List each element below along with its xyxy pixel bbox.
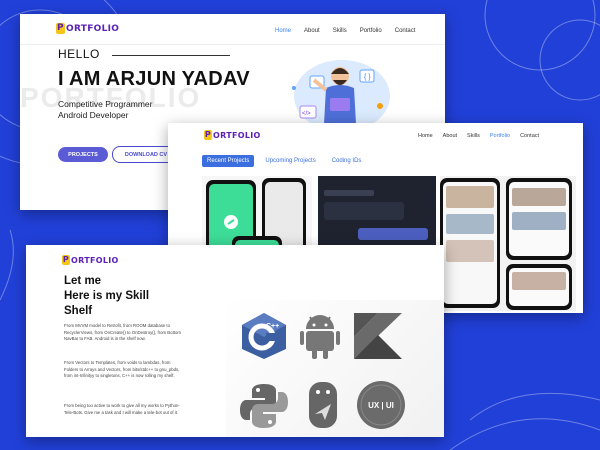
role-line-2: Android Developer (58, 110, 129, 120)
projects-button[interactable]: PROJECTS (58, 147, 108, 162)
hello-text: HELLO (58, 47, 100, 61)
skills-title-line-3: Shelf (64, 305, 93, 317)
skills-paragraph-cpp: From Vectors to Templates, from voids to… (64, 360, 180, 378)
logo[interactable]: P ORTFOLIO (56, 23, 119, 34)
nav-about[interactable]: About (443, 133, 457, 139)
nav-home[interactable]: Home (418, 133, 433, 139)
link-icon (224, 215, 238, 229)
cpp-icon-label: C++ (266, 323, 280, 330)
project-tabs: Recent Projects Upcoming Projects Coding… (202, 155, 366, 167)
logo[interactable]: P ORTFOLIO (204, 130, 261, 140)
skills-paragraph-android: From MVVM model to Retrofit, from ROOM d… (64, 323, 181, 341)
hero-name: I AM ARJUN YADAV (58, 68, 250, 90)
skills-paragraph-python: From being too active to work to give al… (64, 403, 180, 415)
skills-title-line-2: Here is my Skill (64, 290, 150, 302)
ux-ui-label: UX | UI (368, 400, 394, 410)
nav-home[interactable]: Home (275, 28, 291, 34)
svg-text:{ }: { } (364, 74, 371, 81)
role-line-1: Competitive Programmer (58, 99, 153, 109)
tab-upcoming-projects[interactable]: Upcoming Projects (260, 155, 320, 167)
main-nav: Home About Skills Portfolio Contact (275, 28, 415, 34)
tab-coding-ids[interactable]: Coding IDs (327, 155, 367, 167)
nav-portfolio[interactable]: Portfolio (360, 28, 382, 34)
nav-about[interactable]: About (304, 28, 320, 34)
svg-text:</>: </> (302, 111, 311, 117)
nav-contact[interactable]: Contact (520, 133, 539, 139)
ux-ui-icon: UX | UI (356, 380, 406, 430)
tab-recent-projects[interactable]: Recent Projects (202, 155, 255, 167)
skills-title-line-1: Let me (64, 275, 102, 287)
phone-mockup (440, 178, 500, 308)
logo-text: ORTFOLIO (71, 255, 119, 265)
python-icon (238, 380, 290, 432)
logo-mark: P (62, 255, 70, 265)
kotlin-icon (352, 311, 404, 359)
logo-text: ORTFOLIO (213, 130, 261, 140)
project-thumbnail-3[interactable] (440, 176, 576, 311)
hello-underline (112, 55, 230, 56)
logo-mark: P (204, 130, 212, 140)
phone-mockup (506, 264, 572, 310)
nav-skills[interactable]: Skills (467, 133, 480, 139)
telegram-bot-icon (305, 380, 341, 430)
logo[interactable]: P ORTFOLIO (62, 255, 119, 265)
logo-text: ORTFOLIO (66, 23, 120, 34)
nav-skills[interactable]: Skills (333, 28, 347, 34)
cpp-icon: C++ (238, 311, 290, 361)
nav-portfolio[interactable]: Portfolio (490, 133, 510, 139)
logo-mark: P (56, 23, 65, 34)
phone-mockup (506, 178, 572, 260)
header-divider (20, 44, 445, 45)
android-icon (300, 313, 340, 361)
main-nav: Home About Skills Portfolio Contact (418, 133, 539, 139)
nav-contact[interactable]: Contact (395, 28, 416, 34)
